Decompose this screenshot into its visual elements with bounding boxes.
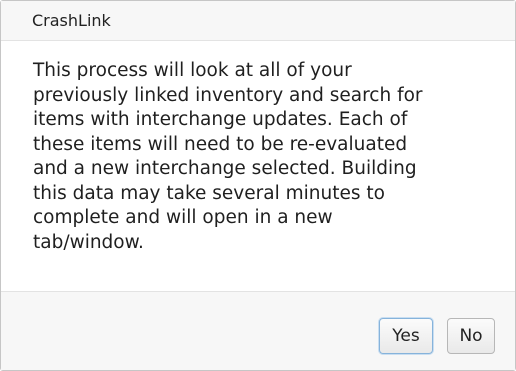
message-line: this data may take several minutes to [33, 182, 385, 204]
message-line: these items will need to be re-evaluated [33, 133, 408, 155]
no-button[interactable]: No [447, 318, 495, 354]
dialog-button-bar: Yes No [1, 291, 515, 370]
confirmation-dialog: CrashLink This process will look at all … [0, 0, 516, 371]
message-line: tab/window. [33, 231, 144, 253]
dialog-titlebar[interactable]: CrashLink [1, 1, 515, 41]
message-line: complete and will open in a new [33, 207, 333, 228]
message-line: items with interchange updates. Each of [33, 109, 408, 130]
dialog-title: CrashLink [32, 11, 111, 30]
yes-button[interactable]: Yes [379, 318, 433, 354]
message-line: This process will look at all of your [33, 60, 352, 81]
dialog-message: This process will look at all of your pr… [33, 59, 503, 255]
message-line: and a new interchange selected. Building [33, 158, 417, 179]
message-line: previously linked inventory and search f… [33, 84, 423, 106]
